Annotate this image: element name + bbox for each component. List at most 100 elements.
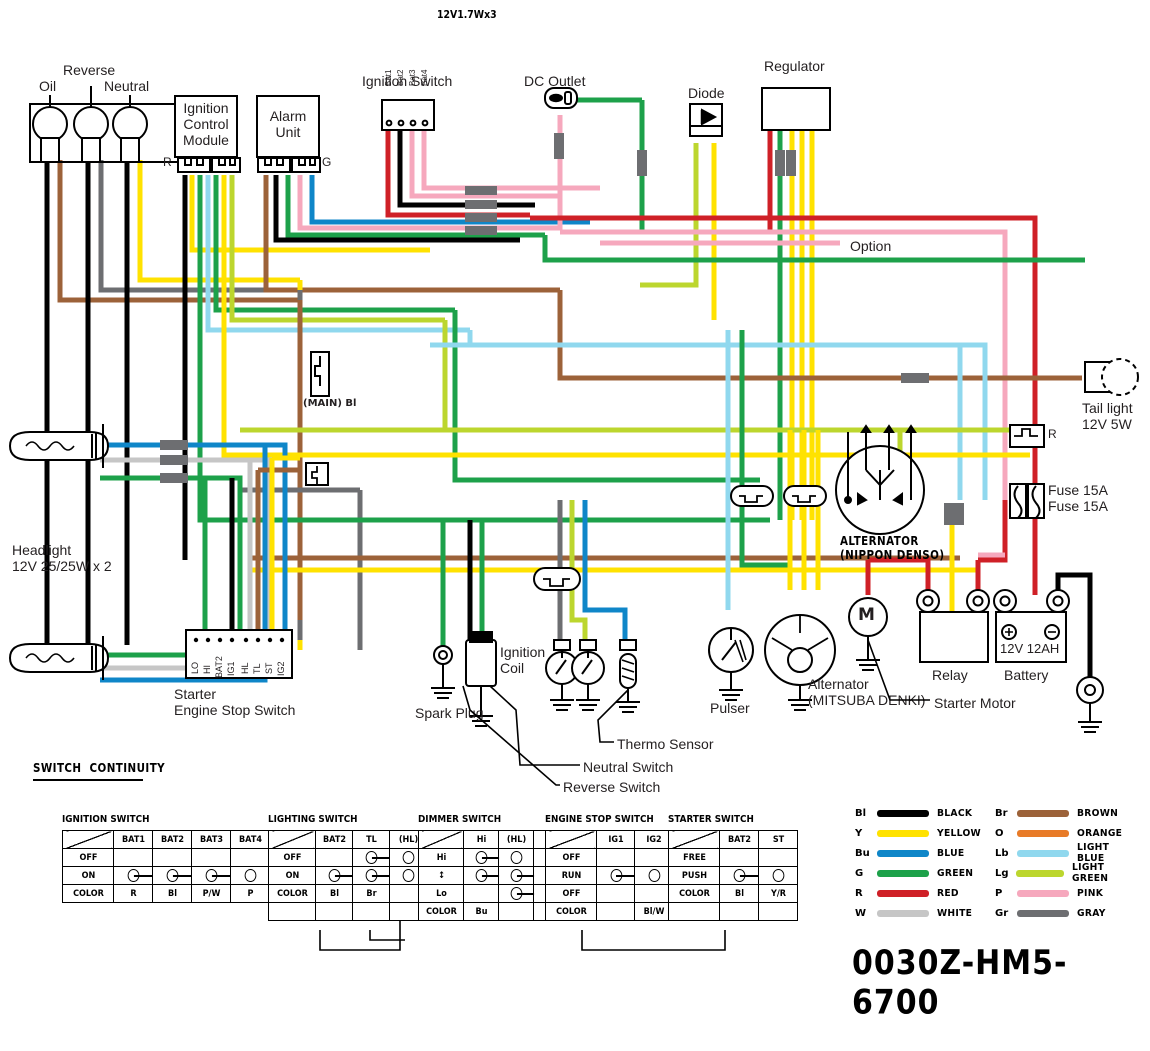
legend-color-name: YELLOW	[937, 827, 981, 839]
row-header-cell: FREE	[670, 848, 718, 867]
legend-color-name: RED	[937, 887, 959, 899]
legend-color-name: GRAY	[1077, 907, 1106, 919]
legend-abbreviation: R	[855, 887, 863, 899]
legend-abbreviation: G	[855, 867, 864, 879]
continuity-table: BAT2 TL (HL) OFF ON COLOR Bl Br	[268, 830, 427, 921]
table-cell	[114, 848, 152, 867]
table-cell	[721, 866, 759, 885]
continuity-link	[516, 874, 534, 877]
legend-column-right: Br BROWN O ORANGE Lb LIGHT BLUE Lg LIGHT GREEN P…	[995, 803, 1145, 923]
table-cell	[192, 866, 231, 885]
continuity-table: BAT2 ST FREE PUSH COLOR Bl Y/R	[668, 830, 798, 921]
continuity-link	[481, 856, 499, 859]
table-cell	[721, 848, 757, 867]
row-header-cell	[270, 902, 314, 921]
table-row: OFF	[546, 884, 673, 903]
continuity-link	[211, 874, 231, 877]
table-cell: Y/R	[760, 884, 796, 903]
table-header-row: BAT1 BAT2 BAT3 BAT4	[63, 830, 270, 849]
diagonal-corner-cell	[670, 830, 718, 849]
continuity-link	[334, 874, 353, 877]
continuity-link	[481, 874, 499, 877]
table-cell: P/W	[192, 884, 229, 903]
legend-color-name: LIGHT BLUE	[1076, 842, 1109, 864]
legend-color-name: BLACK	[937, 807, 973, 819]
table-cell: Bl	[721, 884, 757, 903]
table-cell	[464, 884, 498, 903]
column-header-cell: BAT2	[153, 830, 190, 849]
continuity-dot	[510, 851, 522, 864]
column-header-cell: TL	[353, 830, 389, 849]
legend-color-name: WHITE	[937, 907, 973, 919]
row-header-cell: RUN	[547, 866, 595, 885]
legend-abbreviation: W	[855, 907, 867, 919]
heading-underline	[33, 779, 143, 781]
continuity-table-caption: IGNITION SWITCH	[62, 814, 150, 825]
row-header-cell: Lo	[420, 884, 462, 903]
row-header-cell: PUSH	[670, 866, 718, 885]
table-cell	[353, 902, 389, 921]
table-row: OFF	[546, 848, 673, 867]
table-cell	[499, 848, 533, 867]
table-cell	[597, 848, 634, 867]
legend-abbreviation: O	[995, 827, 1004, 839]
legend-abbreviation: Bu	[855, 847, 870, 859]
table-cell	[316, 902, 352, 921]
legend-left-row: Y YELLOW	[855, 823, 985, 843]
table-header-row: BAT2 ST	[669, 830, 798, 849]
table-cell: Bl/W	[635, 902, 672, 921]
continuity-table-caption: ENGINE STOP SWITCH	[545, 814, 654, 825]
legend-color-swatch	[877, 889, 929, 897]
legend-column-left: Bl BLACK Y YELLOW Bu BLUE G GREEN R RED W WHITE	[855, 803, 985, 923]
legend-color-name: BROWN	[1077, 807, 1119, 819]
switch-continuity-heading: SWITCH CONTINUITY	[33, 761, 166, 775]
legend-abbreviation: Y	[855, 827, 863, 839]
row-header-cell	[670, 902, 718, 921]
legend-color-swatch	[1017, 809, 1069, 817]
table-cell	[721, 902, 757, 921]
column-header-cell: Hi	[464, 830, 498, 849]
row-header-cell: COLOR	[64, 884, 112, 903]
table-cell	[464, 848, 499, 867]
row-header-cell: COLOR	[670, 884, 718, 903]
continuity-dot	[402, 869, 414, 882]
legend-color-swatch	[877, 849, 929, 857]
row-header-cell: COLOR	[420, 902, 462, 921]
legend-left-row: Bu BLUE	[855, 843, 985, 863]
table-cell	[760, 848, 796, 867]
column-header-cell: BAT2	[316, 830, 352, 849]
legend-left-row: Bl BLACK	[855, 803, 985, 823]
continuity-link	[172, 874, 192, 877]
continuity-link	[133, 874, 153, 877]
table-cell	[316, 848, 352, 867]
continuity-link	[615, 874, 635, 877]
table-cell	[316, 866, 353, 885]
table-cell	[153, 866, 192, 885]
table-cell: Bl	[316, 884, 352, 903]
table-row: PUSH	[669, 866, 798, 885]
row-header-cell: COLOR	[547, 902, 595, 921]
legend-right-row: Lg LIGHT GREEN	[995, 862, 1145, 884]
row-header-cell: ON	[64, 866, 112, 885]
legend-abbreviation: Gr	[995, 907, 1009, 919]
diagonal-corner-cell	[420, 830, 462, 849]
column-header-cell: IG1	[597, 830, 634, 849]
continuity-link	[371, 874, 390, 877]
diagonal-corner-cell	[270, 830, 314, 849]
continuity-link	[371, 856, 390, 859]
legend-color-swatch	[877, 869, 929, 877]
legend-color-name: ORANGE	[1077, 827, 1123, 839]
legend-color-swatch	[1017, 889, 1069, 897]
table-cell	[597, 902, 634, 921]
column-header-cell: BAT3	[192, 830, 229, 849]
legend-color-name: GREEN	[937, 867, 974, 879]
part-number: 0030Z-HM5-6700	[852, 944, 1068, 1023]
table-cell	[464, 866, 499, 885]
table-cell	[597, 884, 634, 903]
legend-right-row: O ORANGE	[995, 823, 1145, 843]
legend-color-name: BLUE	[937, 847, 965, 859]
continuity-link	[516, 892, 534, 895]
continuity-dot	[244, 869, 256, 882]
row-header-cell: OFF	[270, 848, 314, 867]
table-cell	[192, 848, 229, 867]
